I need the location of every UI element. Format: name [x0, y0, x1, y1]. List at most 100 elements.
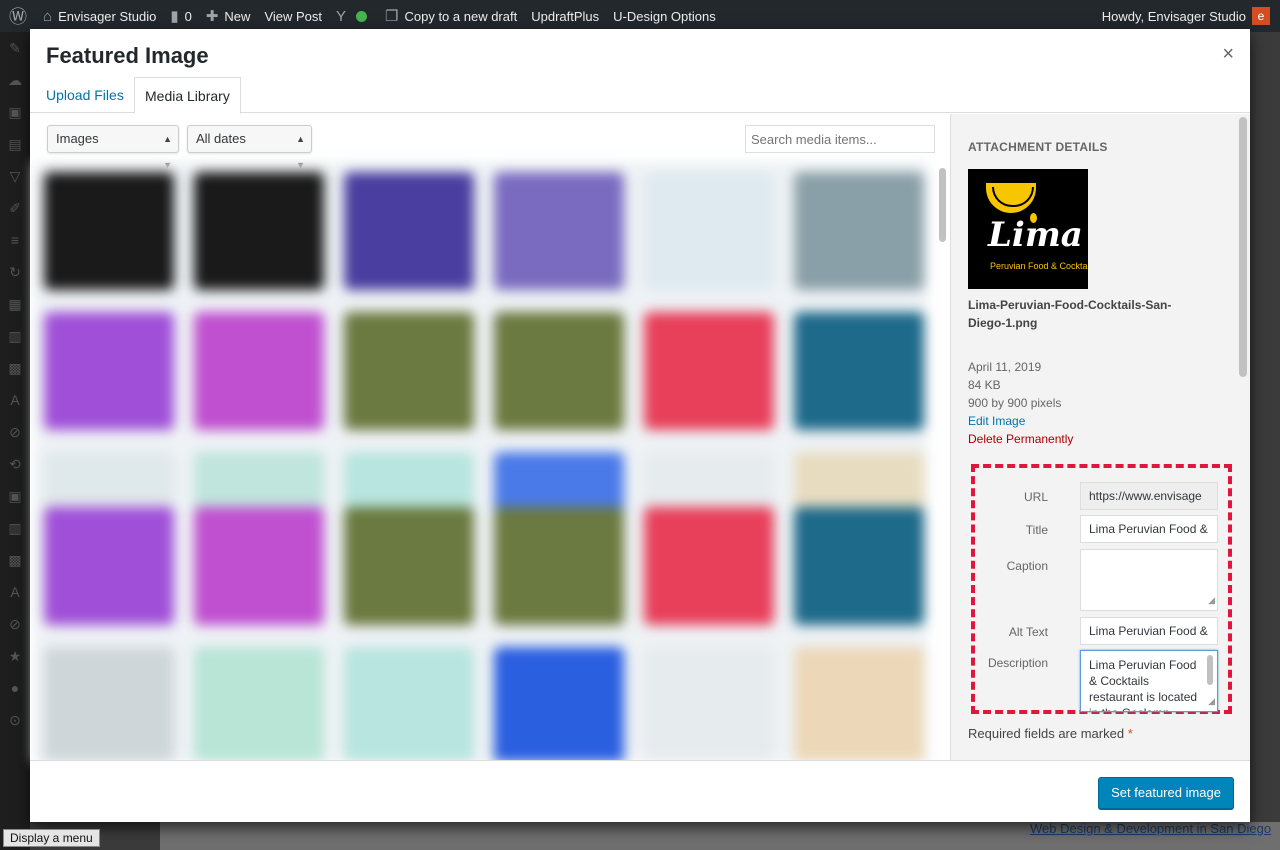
- tool-icon[interactable]: ✎: [0, 32, 30, 64]
- background-link[interactable]: Web Design & Development in San Diego: [1030, 822, 1271, 836]
- media-thumbnail[interactable]: [794, 312, 924, 430]
- alt-text-field[interactable]: Lima Peruvian Food &: [1080, 617, 1218, 645]
- plus-icon: ✚: [205, 8, 219, 25]
- required-fields-note: Required fields are marked *: [968, 726, 1133, 741]
- view-post-link[interactable]: View Post: [257, 0, 329, 32]
- featured-image-modal: Featured Image × Upload Files Media Libr…: [30, 29, 1250, 822]
- media-thumbnail[interactable]: [344, 172, 474, 290]
- media-thumbnail[interactable]: [644, 507, 774, 625]
- media-thumbnail[interactable]: [494, 647, 624, 762]
- textarea-scrollbar[interactable]: [1207, 655, 1213, 685]
- modal-footer: Set featured image: [30, 760, 1250, 822]
- date-filter-select[interactable]: All dates▲▼: [187, 125, 312, 170]
- media-thumbnail[interactable]: [194, 647, 324, 762]
- sync-icon[interactable]: ⊘: [0, 608, 30, 640]
- media-thumbnail[interactable]: [644, 312, 774, 430]
- media-library-icon[interactable]: ▦: [0, 288, 30, 320]
- refresh-icon[interactable]: ↻: [0, 256, 30, 288]
- media-thumbnail[interactable]: [44, 172, 174, 290]
- dashboard-icon[interactable]: ☁: [0, 64, 30, 96]
- sidebar-scrollbar[interactable]: [1239, 117, 1247, 377]
- media-thumbnail[interactable]: [44, 507, 174, 625]
- media-thumbnail[interactable]: [344, 647, 474, 762]
- title-label: Title: [1025, 523, 1048, 537]
- tab-media-library[interactable]: Media Library: [134, 77, 241, 114]
- account-menu[interactable]: Howdy, Envisager Studio e: [1102, 7, 1280, 25]
- yoast-link[interactable]: Y: [329, 0, 378, 32]
- highlighted-fields-box: URL https://www.envisage Title Lima Peru…: [971, 464, 1232, 714]
- media-grid-scrollbar[interactable]: [938, 166, 947, 766]
- resize-grip-icon[interactable]: ◢: [1208, 693, 1215, 709]
- edit-image-link[interactable]: Edit Image: [968, 414, 1025, 428]
- media-toolbar: Images▲▼ All dates▲▼: [30, 114, 950, 170]
- udesign-options-link[interactable]: U-Design Options: [606, 0, 723, 32]
- page-background: Web Design & Development in San Diego: [160, 822, 1280, 850]
- yoast-menu-icon[interactable]: ▽: [0, 160, 30, 192]
- media-thumbnail[interactable]: [44, 647, 174, 762]
- media-thumbnail[interactable]: [494, 507, 624, 625]
- drop-icon[interactable]: ●: [0, 672, 30, 704]
- tab-upload-files[interactable]: Upload Files: [36, 77, 134, 113]
- attachment-details-panel: ATTACHMENT DETAILS Lima Peruvian Food & …: [950, 114, 1250, 760]
- attachment-filesize: 84 KB: [968, 378, 1001, 392]
- media-icon[interactable]: ▣: [0, 96, 30, 128]
- apps-icon[interactable]: ▩: [0, 544, 30, 576]
- chart-icon[interactable]: ▥: [0, 320, 30, 352]
- pages-icon[interactable]: ▤: [0, 128, 30, 160]
- updraftplus-link[interactable]: UpdraftPlus: [524, 0, 606, 32]
- attachment-dimensions: 900 by 900 pixels: [968, 396, 1062, 410]
- delete-permanently-link[interactable]: Delete Permanently: [968, 432, 1073, 446]
- text-icon[interactable]: A: [0, 576, 30, 608]
- wordpress-logo-icon[interactable]: Ⓦ: [0, 0, 36, 32]
- compass-icon[interactable]: ⊙: [0, 704, 30, 736]
- attachment-filename: Lima-Peruvian-Food-Cocktails-San-Diego-1…: [968, 298, 1172, 330]
- media-thumbnail[interactable]: [794, 507, 924, 625]
- search-input[interactable]: [745, 125, 935, 153]
- pen-icon[interactable]: ✐: [0, 192, 30, 224]
- media-thumbnail[interactable]: [344, 507, 474, 625]
- modal-title: Featured Image: [46, 43, 209, 68]
- caption-field[interactable]: ◢: [1080, 549, 1218, 611]
- description-field[interactable]: Lima Peruvian Food & Cocktails restauran…: [1080, 650, 1218, 712]
- media-thumbnail[interactable]: [194, 507, 324, 625]
- title-field[interactable]: Lima Peruvian Food &: [1080, 515, 1218, 543]
- media-thumbnail[interactable]: [194, 312, 324, 430]
- url-label: URL: [1023, 490, 1048, 504]
- list-icon[interactable]: ≡: [0, 224, 30, 256]
- stats-icon[interactable]: ▥: [0, 512, 30, 544]
- media-thumbnail[interactable]: [44, 312, 174, 430]
- grid-icon[interactable]: ▩: [0, 352, 30, 384]
- media-thumbnail[interactable]: [494, 172, 624, 290]
- star-icon[interactable]: ★: [0, 640, 30, 672]
- media-thumbnail[interactable]: [644, 647, 774, 762]
- settings-icon[interactable]: ▣: [0, 480, 30, 512]
- media-thumbnail[interactable]: [794, 172, 924, 290]
- url-field[interactable]: https://www.envisage: [1080, 482, 1218, 510]
- alt-text-label: Alt Text: [1008, 625, 1048, 639]
- new-content-link[interactable]: ✚ New: [199, 0, 258, 32]
- resize-grip-icon[interactable]: ◢: [1208, 592, 1215, 608]
- media-thumbnail[interactable]: [344, 312, 474, 430]
- set-featured-image-button[interactable]: Set featured image: [1098, 777, 1234, 809]
- scrollbar-thumb[interactable]: [939, 168, 946, 242]
- attachment-preview-image: Lima Peruvian Food & Cocktails: [968, 169, 1088, 289]
- media-grid: [34, 162, 928, 762]
- media-thumbnail[interactable]: [644, 172, 774, 290]
- media-type-select[interactable]: Images▲▼: [47, 125, 179, 170]
- admin-side-menu: ✎ ☁ ▣ ▤ ▽ ✐ ≡ ↻ ▦ ▥ ▩ A ⊘ ⟲ ▣ ▥ ▩ A ⊘ ★ …: [0, 32, 30, 850]
- appearance-icon[interactable]: A: [0, 384, 30, 416]
- media-thumbnail[interactable]: [794, 647, 924, 762]
- copy-icon: ❐: [385, 8, 399, 25]
- yoast-icon: Y: [336, 7, 347, 25]
- comments-link[interactable]: ▮ 0: [163, 0, 199, 32]
- media-thumbnail[interactable]: [194, 172, 324, 290]
- site-name-link[interactable]: ⌂ Envisager Studio: [36, 0, 163, 32]
- copy-draft-link[interactable]: ❐ Copy to a new draft: [378, 0, 524, 32]
- users-icon[interactable]: ⟲: [0, 448, 30, 480]
- attachment-date: April 11, 2019: [968, 360, 1042, 374]
- close-icon[interactable]: ×: [1222, 43, 1234, 66]
- plugin-icon[interactable]: ⊘: [0, 416, 30, 448]
- description-label: Description: [987, 656, 1048, 670]
- media-thumbnail[interactable]: [494, 312, 624, 430]
- avatar: e: [1252, 7, 1270, 25]
